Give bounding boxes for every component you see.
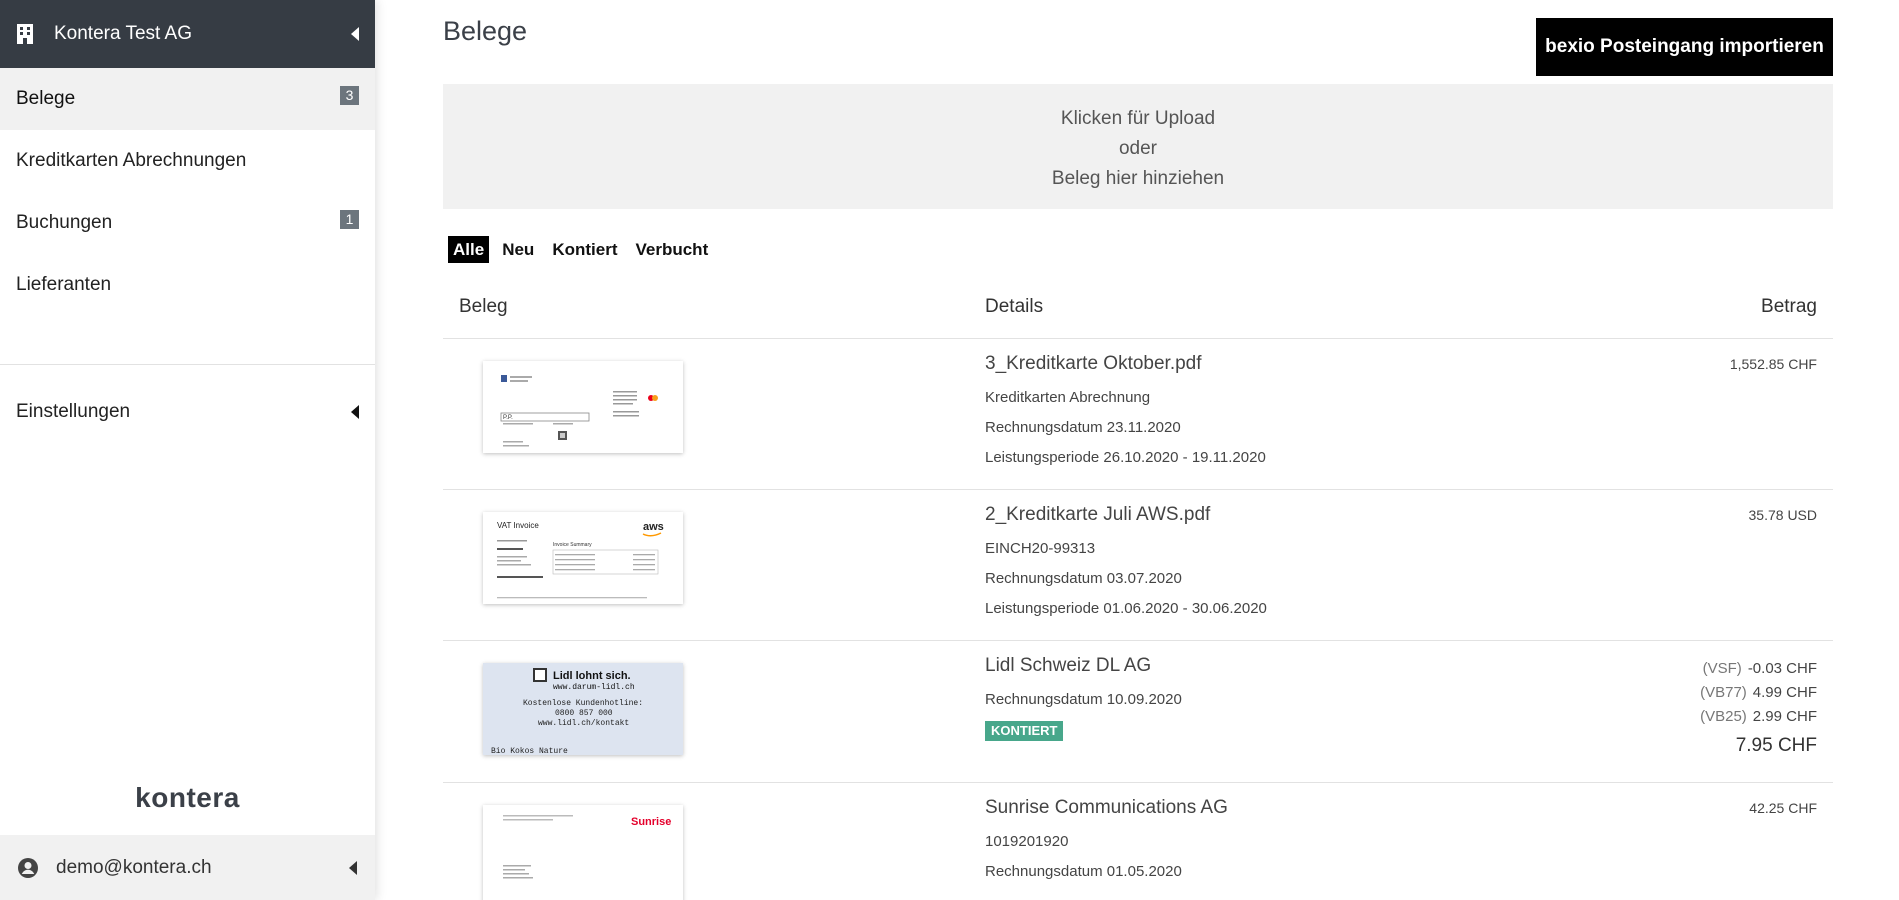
status-badge: KONTIERT: [985, 721, 1064, 741]
filter-verbucht[interactable]: Verbucht: [630, 236, 713, 263]
page-title: Belege: [443, 16, 528, 46]
vat-amount: -0.03 CHF: [1747, 660, 1817, 677]
expand-icon: [351, 405, 359, 419]
thumb-text: Sunrise: [631, 816, 671, 828]
sidebar-item-label: Belege: [16, 88, 76, 109]
table-row[interactable]: VAT Invoice aws Invoice Summary 2_Kredit…: [443, 490, 1833, 641]
document-thumbnail[interactable]: P.P.: [483, 361, 683, 453]
building-icon: [16, 23, 38, 45]
divider: [0, 364, 375, 365]
vat-code: (VB77): [1700, 684, 1747, 701]
sidebar-item-einstellungen[interactable]: Einstellungen: [0, 381, 375, 443]
filter-alle[interactable]: Alle: [448, 236, 490, 263]
table-row[interactable]: Lidl lohnt sich. www.darum-lidl.ch Koste…: [443, 641, 1833, 783]
svg-text:P.P.: P.P.: [503, 415, 513, 421]
sidebar-item-label: Einstellungen: [16, 401, 131, 422]
sidebar-item-label: Lieferanten: [16, 274, 112, 295]
main-content: Belege bexio Posteingang importieren Kli…: [443, 0, 1833, 900]
org-name: Kontera Test AG: [54, 23, 193, 44]
row-details: Sunrise Communications AG 1019201920 Rec…: [985, 797, 1228, 887]
count-badge: 3: [340, 86, 359, 105]
document-thumbnail[interactable]: Lidl lohnt sich. www.darum-lidl.ch Koste…: [483, 663, 683, 755]
column-header-details[interactable]: Details: [985, 296, 1043, 318]
table-row[interactable]: P.P. 3_Kreditkarte Oktober.pdf Kreditkar…: [443, 339, 1833, 490]
table-row[interactable]: Sunrise Sunrise Communications AG 101920…: [443, 783, 1833, 900]
row-details: Lidl Schweiz DL AG Rechnungsdatum 10.09.…: [985, 655, 1182, 741]
total-amount: 7.95 CHF: [1735, 735, 1817, 756]
file-name[interactable]: Lidl Schweiz DL AG: [985, 655, 1182, 677]
upload-line: Klicken für Upload: [1060, 108, 1216, 129]
upload-line: oder: [1118, 138, 1158, 159]
sidebar-item-lieferanten[interactable]: Lieferanten: [0, 254, 375, 316]
vat-code: (VSF): [1702, 660, 1742, 677]
upload-dropzone[interactable]: Klicken für Upload oder Beleg hier hinzi…: [443, 84, 1833, 209]
invoice-date: Rechnungsdatum 23.11.2020: [985, 419, 1181, 436]
vat-line: (VB77) 4.99 CHF: [1700, 681, 1817, 705]
service-period: Leistungsperiode 01.06.2020 - 30.06.2020: [985, 600, 1267, 617]
sidebar-item-buchungen[interactable]: Buchungen 1: [0, 192, 375, 254]
column-header-beleg[interactable]: Beleg: [459, 296, 508, 318]
detail-line: Kreditkarten Abrechnung: [985, 389, 1151, 406]
import-button[interactable]: bexio Posteingang importieren: [1536, 18, 1833, 76]
brand-logo: kontera: [135, 782, 240, 813]
vat-code: (VB25): [1700, 708, 1747, 725]
user-circle-icon: [18, 857, 38, 878]
thumb-text: aws: [643, 521, 664, 533]
thumb-text: Lidl lohnt sich.: [553, 670, 631, 682]
invoice-date: Rechnungsdatum 03.07.2020: [985, 570, 1182, 587]
sidebar-item-label: Kreditkarten Abrechnungen: [16, 150, 247, 171]
thumb-text: www.darum-lidl.ch: [553, 683, 635, 692]
count-badge: 1: [340, 210, 359, 229]
service-period: Leistungsperiode 26.10.2020 - 19.11.2020: [985, 449, 1266, 466]
detail-line: 1019201920: [985, 833, 1069, 850]
vat-amount: 2.99 CHF: [1752, 708, 1817, 725]
thumb-text: 0800 857 000: [555, 709, 613, 718]
amount: 35.78 USD: [1748, 507, 1817, 523]
row-details: 3_Kreditkarte Oktober.pdf Kreditkarten A…: [985, 353, 1266, 473]
filter-tabs: Alle Neu Kontiert Verbucht: [448, 236, 713, 263]
file-name[interactable]: Sunrise Communications AG: [985, 797, 1228, 819]
sidebar: Kontera Test AG Belege 3 Kreditkarten Ab…: [0, 0, 375, 900]
file-name[interactable]: 3_Kreditkarte Oktober.pdf: [985, 353, 1266, 375]
thumb-text: Kostenlose Kundenhotline:: [523, 699, 643, 708]
thumb-text: Bio Kokos Nature: [491, 747, 568, 755]
table-header: Beleg Details Betrag: [443, 289, 1833, 339]
sidebar-item-belege[interactable]: Belege 3: [0, 68, 375, 130]
thumb-text: VAT Invoice: [497, 521, 539, 530]
collapse-left-icon[interactable]: [349, 860, 357, 875]
thumb-text: Invoice Summary: [553, 542, 592, 548]
thumb-text: www.lidl.ch/kontakt: [538, 719, 629, 728]
invoice-date: Rechnungsdatum 01.05.2020: [985, 863, 1182, 880]
user-menu[interactable]: demo@kontera.ch: [0, 835, 375, 900]
user-email: demo@kontera.ch: [56, 856, 212, 878]
vat-amount: 4.99 CHF: [1752, 684, 1817, 701]
amount: 1,552.85 CHF: [1729, 356, 1817, 372]
invoice-date: Rechnungsdatum 10.09.2020: [985, 691, 1182, 708]
collapse-left-icon[interactable]: [351, 27, 359, 41]
sidebar-item-label: Buchungen: [16, 212, 113, 233]
detail-line: EINCH20-99313: [985, 540, 1096, 557]
filter-kontiert[interactable]: Kontiert: [547, 236, 622, 263]
amount: 42.25 CHF: [1749, 800, 1817, 816]
amount-breakdown: (VSF) -0.03 CHF (VB77) 4.99 CHF (VB25) 2.99…: [1700, 657, 1817, 757]
row-details: 2_Kreditkarte Juli AWS.pdf EINCH20-99313…: [985, 504, 1267, 624]
sidebar-item-kreditkarten[interactable]: Kreditkarten Abrechnungen: [0, 130, 375, 192]
filter-neu[interactable]: Neu: [497, 236, 539, 263]
vat-line: (VSF) -0.03 CHF: [1700, 657, 1817, 681]
upload-line: Beleg hier hinziehen: [1051, 168, 1225, 189]
beleg-list: P.P. 3_Kreditkarte Oktober.pdf Kreditkar…: [443, 339, 1833, 900]
document-thumbnail[interactable]: VAT Invoice aws Invoice Summary: [483, 512, 683, 604]
org-switcher[interactable]: Kontera Test AG: [0, 0, 375, 68]
vat-line: (VB25) 2.99 CHF: [1700, 705, 1817, 729]
column-header-betrag[interactable]: Betrag: [1761, 296, 1817, 318]
file-name[interactable]: 2_Kreditkarte Juli AWS.pdf: [985, 504, 1267, 526]
document-thumbnail[interactable]: Sunrise: [483, 805, 683, 900]
